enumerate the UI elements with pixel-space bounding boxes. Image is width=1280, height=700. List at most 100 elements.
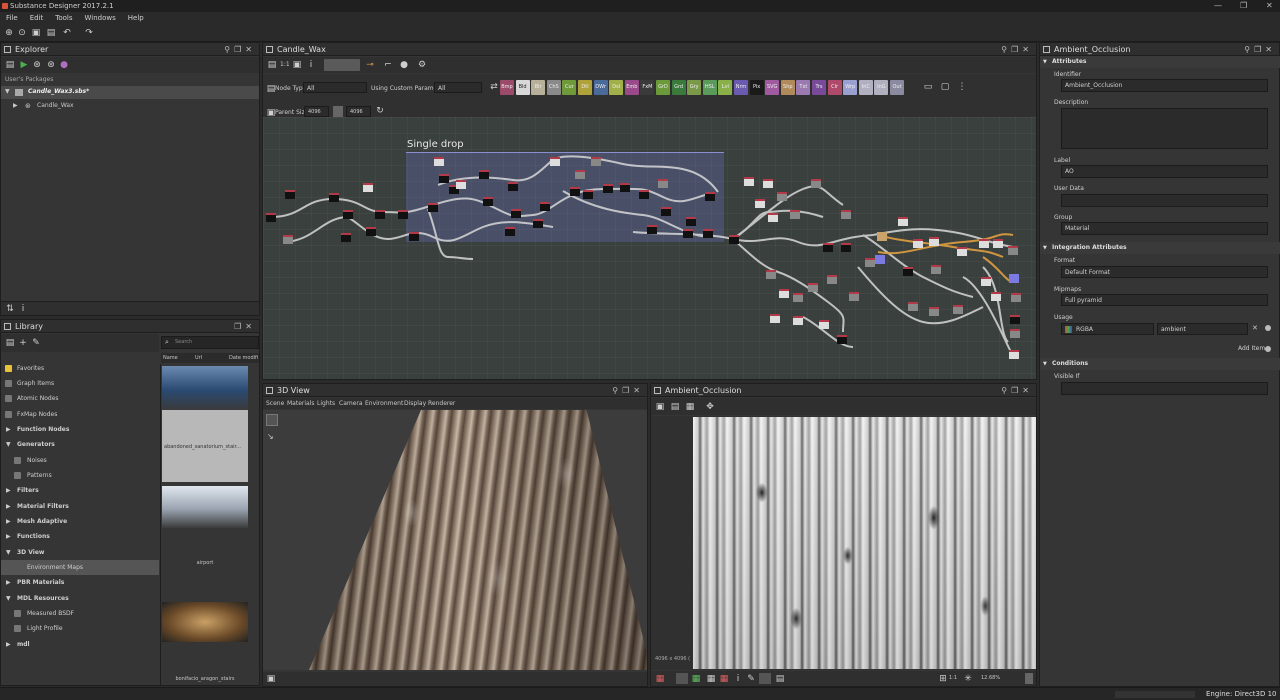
graph-node[interactable] [398, 210, 408, 219]
format-select[interactable]: Default Format [1061, 266, 1268, 278]
graph-node[interactable] [931, 265, 941, 274]
node-type-select[interactable]: All [303, 82, 367, 93]
graph-node[interactable] [929, 307, 939, 316]
2d-viewport[interactable]: 4096 x 4096 ( [651, 416, 1036, 670]
graph-node[interactable] [908, 302, 918, 311]
graph-node[interactable] [1009, 274, 1019, 283]
graph-node[interactable] [363, 183, 373, 192]
filter-chip[interactable]: Dsl [609, 80, 624, 95]
library-item[interactable]: Graph Items [1, 376, 159, 391]
graph-node[interactable] [683, 229, 693, 238]
col-name[interactable]: Name [163, 353, 178, 363]
graph-zoom-label[interactable]: 1:1 [280, 61, 290, 68]
graph-node[interactable] [790, 210, 800, 219]
library-item[interactable]: ▶ mdl [1, 637, 159, 652]
library-item[interactable]: ▶ Filters [1, 483, 159, 498]
env-thumb-airport[interactable] [162, 486, 248, 528]
filter-toggle-icon[interactable]: ⇄ [489, 82, 499, 92]
2d-save-icon[interactable]: ▣ [655, 402, 665, 412]
compare-icon[interactable] [759, 673, 771, 684]
graph-node[interactable] [575, 170, 585, 179]
graph-node[interactable] [929, 237, 939, 246]
2d-view-panel-buttons[interactable]: ⚲❐✕ [1001, 384, 1033, 397]
menu-file[interactable]: File [0, 12, 24, 24]
camera-tool-icon[interactable] [266, 414, 278, 426]
graph-node[interactable] [913, 239, 923, 248]
alpha-toggle-icon[interactable] [676, 673, 688, 684]
graph-node[interactable] [1010, 329, 1020, 338]
channel-rgb-icon[interactable]: ▦ [655, 674, 665, 684]
graph-node[interactable] [763, 179, 773, 188]
filter-chip[interactable]: Grd [671, 80, 686, 95]
library-panel-buttons[interactable]: ❐✕ [234, 320, 256, 333]
graph-node[interactable] [603, 184, 613, 193]
filter-chip[interactable]: SVG [765, 80, 780, 95]
graph-node[interactable] [779, 289, 789, 298]
3d-menu-environment[interactable]: Environment [365, 398, 403, 409]
library-item[interactable]: ▶ Mesh Adaptive [1, 514, 159, 529]
graph-node[interactable] [811, 179, 821, 188]
graph-node[interactable] [343, 210, 353, 219]
group-field[interactable]: Material [1061, 222, 1268, 235]
graph-node[interactable] [366, 227, 376, 236]
3d-menu-materials[interactable]: Materials [287, 398, 315, 409]
graph-node[interactable] [428, 203, 438, 212]
settings-gear-icon[interactable]: ⚙ [417, 60, 427, 70]
filter-chip[interactable]: Wrp [843, 80, 858, 95]
copy-image-icon[interactable]: ▤ [775, 674, 785, 684]
zoom-slider-handle[interactable] [1025, 673, 1033, 684]
expand-arrow-icon[interactable]: ▶ [6, 575, 11, 590]
filter-chip[interactable]: DWr [593, 80, 608, 95]
3d-menu-camera[interactable]: Camera [339, 398, 363, 409]
package-row[interactable]: ▼ Candle_Wax3.sbs* [1, 86, 259, 99]
library-item[interactable]: ▼ MDL Resources [1, 591, 159, 606]
expand-arrow-icon[interactable]: ▶ [6, 422, 11, 437]
graph-node[interactable] [705, 192, 715, 201]
align-icon[interactable]: ⌐ [383, 60, 393, 70]
expand-arrow-icon[interactable]: ▶ [6, 514, 11, 529]
expand-arrow-icon[interactable]: ▶ [6, 483, 11, 498]
filter-chip[interactable]: Emb [624, 80, 639, 95]
col-date[interactable]: Date modifi [229, 353, 258, 363]
graph-node[interactable] [505, 227, 515, 236]
graph-node[interactable] [409, 232, 419, 241]
env-thumb-sanatorium[interactable] [162, 366, 248, 410]
graph-info-icon[interactable]: i [306, 60, 316, 70]
library-item[interactable]: Light Profile [1, 621, 159, 636]
env-thumb-sanatorium-info[interactable]: abandoned_sanatorium_stair... [162, 410, 248, 482]
save-all-icon[interactable]: ▤ [46, 28, 56, 38]
graph-node[interactable] [877, 232, 887, 241]
filter-chip[interactable]: HSL [702, 80, 717, 95]
col-url[interactable]: Url [195, 353, 202, 363]
graph-node[interactable] [1009, 350, 1019, 359]
size-link-icon[interactable] [333, 106, 343, 117]
library-item[interactable]: Environment Maps [1, 560, 159, 575]
3d-menu-scene[interactable]: Scene [266, 398, 284, 409]
library-item[interactable]: ▶ Function Nodes [1, 422, 159, 437]
graph-node[interactable] [981, 277, 991, 286]
undo-icon[interactable]: ↶ [62, 28, 72, 38]
filter-chip[interactable]: Blr [531, 80, 546, 95]
library-item[interactable]: Patterns [1, 468, 159, 483]
histogram-icon[interactable]: ▦ [719, 674, 729, 684]
filter-chip[interactable]: Bld [515, 80, 530, 95]
graph-node[interactable] [620, 183, 630, 192]
filter-chip[interactable]: Pix [749, 80, 764, 95]
close-window-button[interactable]: ✕ [1266, 0, 1273, 12]
library-item[interactable]: Measured BSDF [1, 606, 159, 621]
graph-node[interactable] [979, 239, 989, 248]
graph-node[interactable] [647, 225, 657, 234]
comment-icon[interactable]: ▭ [923, 82, 933, 92]
menu-help[interactable]: Help [122, 12, 150, 24]
expand-arrow-icon[interactable]: ▶ [6, 529, 11, 544]
new-icon[interactable]: ▤ [5, 60, 15, 70]
graph-node[interactable] [819, 320, 829, 329]
3d-options-icon[interactable]: ▣ [266, 674, 276, 684]
graph-icon[interactable]: ⊛ [32, 60, 42, 70]
graph-node[interactable] [777, 192, 787, 201]
2d-export-icon[interactable]: ▦ [685, 402, 695, 412]
usage-radio-icon[interactable] [1265, 325, 1271, 331]
grid-icon[interactable]: ▦ [706, 674, 716, 684]
2d-info-icon[interactable]: i [733, 674, 743, 684]
filter-chip[interactable]: InG [874, 80, 889, 95]
